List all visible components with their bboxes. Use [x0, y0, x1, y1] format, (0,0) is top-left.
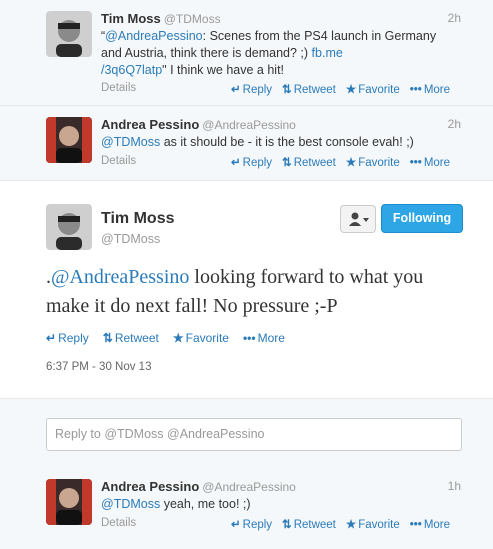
retweet-action[interactable]: ⇅ Retweet	[282, 84, 336, 96]
reply-icon: ↵	[231, 519, 241, 531]
more-dots-icon: •••	[409, 157, 422, 169]
reply-action[interactable]: ↵ Reply	[231, 157, 272, 169]
tweet-time[interactable]: 2h	[448, 117, 461, 131]
more-dots-icon: •••	[242, 331, 256, 345]
reply-icon: ↵	[231, 157, 241, 169]
retweet-action[interactable]: ⇅ Retweet	[103, 331, 159, 345]
retweet-icon: ⇅	[282, 519, 292, 531]
mention-link[interactable]: @AndreaPessino	[105, 29, 202, 43]
more-action[interactable]: ••• More	[243, 331, 285, 345]
reply-action[interactable]: ↵ Reply	[46, 331, 89, 345]
star-icon: ★	[345, 519, 357, 531]
retweet-icon: ⇅	[282, 157, 292, 169]
author-name[interactable]: Andrea Pessino	[101, 479, 199, 494]
tweet-tim-moss-1[interactable]: Tim Moss @TDMoss 2h “@AndreaPessino: Scen…	[0, 0, 493, 106]
tweet-text: @TDMoss yeah, me too! ;)	[101, 496, 461, 513]
details-link[interactable]: Details	[101, 517, 136, 529]
retweet-icon: ⇅	[282, 84, 292, 96]
star-icon: ★	[345, 157, 357, 169]
avatar-image-tim	[46, 204, 92, 250]
tweet-text: “@AndreaPessino: Scenes from the PS4 lau…	[101, 28, 441, 79]
more-action[interactable]: ••• More	[410, 84, 450, 96]
avatar[interactable]	[46, 117, 92, 163]
tweet-actions: ↵ Reply ⇅ Retweet ★ Favorite ••• More	[231, 517, 450, 531]
tweet-time[interactable]: 1h	[448, 479, 461, 493]
user-actions-button[interactable]	[340, 205, 376, 233]
more-action[interactable]: ••• More	[410, 519, 450, 531]
person-icon	[349, 212, 369, 231]
url-link-part2[interactable]: /3q6Q7latp	[101, 63, 162, 77]
text-part: as it should be - it is the best console…	[160, 135, 414, 149]
mention-link[interactable]: @TDMoss	[101, 497, 160, 511]
more-dots-icon: •••	[409, 519, 422, 531]
tweet-actions: ↵ Reply ⇅ Retweet ★ Favorite ••• More	[231, 82, 450, 96]
reply-input[interactable]: Reply to @TDMoss @AndreaPessino	[46, 418, 462, 451]
more-action[interactable]: ••• More	[410, 157, 450, 169]
main-tweet-actions: ↵ Reply ⇅ Retweet ★ Favorite ••• More	[46, 331, 299, 345]
text-part: yeah, me too! ;)	[160, 497, 251, 511]
star-icon: ★	[345, 84, 357, 96]
author-handle[interactable]: @AndreaPessino	[202, 480, 296, 494]
avatar-image-tim	[46, 11, 92, 57]
author-handle[interactable]: @TDMoss	[164, 12, 221, 26]
favorite-action[interactable]: ★ Favorite	[173, 331, 229, 345]
url-link-part1[interactable]: fb.me	[312, 46, 343, 60]
main-tweet-text: .@AndreaPessino looking forward to what …	[46, 263, 466, 321]
avatar[interactable]	[46, 479, 92, 525]
tweet-time[interactable]: 2h	[448, 11, 461, 25]
favorite-action[interactable]: ★ Favorite	[346, 84, 400, 96]
tweet-andrea-2[interactable]: Andrea Pessino @AndreaPessino 1h @TDMoss …	[0, 468, 493, 549]
author-handle[interactable]: @TDMoss	[101, 232, 160, 246]
reply-icon: ↵	[231, 84, 241, 96]
reply-action[interactable]: ↵ Reply	[231, 519, 272, 531]
retweet-action[interactable]: ⇅ Retweet	[282, 157, 336, 169]
text-part-end: " I think we have a hit!	[162, 63, 285, 77]
retweet-action[interactable]: ⇅ Retweet	[282, 519, 336, 531]
following-button[interactable]: Following	[381, 204, 463, 233]
mention-link[interactable]: @AndreaPessino	[51, 266, 189, 288]
tweet-text: @TDMoss as it should be - it is the best…	[101, 134, 461, 151]
more-dots-icon: •••	[409, 84, 422, 96]
author-name[interactable]: Tim Moss	[101, 11, 161, 26]
avatar-image-andrea	[46, 117, 92, 163]
avatar[interactable]	[46, 204, 92, 250]
favorite-action[interactable]: ★ Favorite	[346, 157, 400, 169]
avatar[interactable]	[46, 11, 92, 57]
tweet-actions: ↵ Reply ⇅ Retweet ★ Favorite ••• More	[231, 155, 450, 169]
favorite-action[interactable]: ★ Favorite	[346, 519, 400, 531]
author-name[interactable]: Andrea Pessino	[101, 117, 199, 132]
reply-action[interactable]: ↵ Reply	[231, 84, 272, 96]
author-name[interactable]: Tim Moss	[101, 210, 175, 228]
mention-link[interactable]: @TDMoss	[101, 135, 160, 149]
retweet-icon: ⇅	[102, 331, 113, 345]
tweet-andrea-1[interactable]: Andrea Pessino @AndreaPessino 2h @TDMoss …	[0, 106, 493, 181]
author-handle[interactable]: @AndreaPessino	[202, 118, 296, 132]
details-link[interactable]: Details	[101, 82, 136, 94]
reply-icon: ↵	[46, 331, 57, 345]
star-icon: ★	[172, 331, 184, 345]
avatar-image-andrea	[46, 479, 92, 525]
details-link[interactable]: Details	[101, 155, 136, 167]
tweet-timestamp[interactable]: 6:37 PM - 30 Nov 13	[46, 361, 151, 373]
